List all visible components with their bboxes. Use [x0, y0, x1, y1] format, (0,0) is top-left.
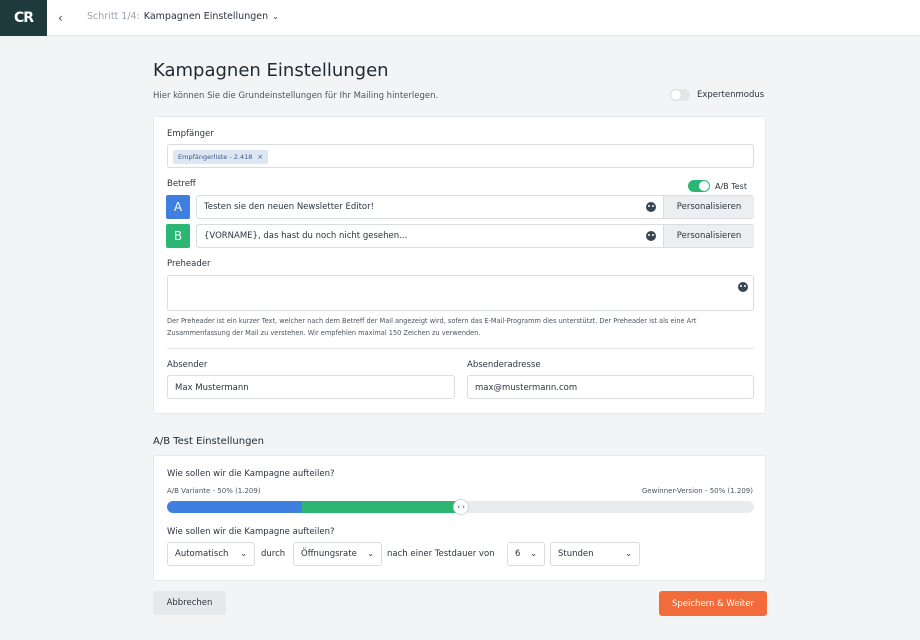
chevron-down-icon: ⌄ [367, 549, 374, 558]
sender-address-value: max@mustermann.com [475, 383, 578, 393]
ab-toggle-switch[interactable] [688, 180, 710, 192]
page-subtitle: Hier können Sie die Grundeinstellungen f… [153, 91, 439, 101]
subject-label: Betreff [167, 179, 196, 189]
metric-select-value: Öffnungsrate [301, 549, 357, 559]
recipients-label: Empfänger [167, 129, 214, 139]
unit-select[interactable]: Stunden ⌄ [550, 542, 640, 566]
ab-settings-title: A/B Test Einstellungen [153, 436, 264, 447]
emoji-icon[interactable] [646, 231, 656, 241]
personalize-a-button[interactable]: Personalisieren [663, 196, 754, 218]
chevron-left-icon[interactable]: ‹ [58, 10, 68, 26]
recipient-list-chip: Empfängerliste - 2.418 × [173, 150, 269, 164]
save-continue-button[interactable]: Speichern & Weiter [659, 591, 767, 616]
ab-settings-card: Wie sollen wir die Kampagne aufteilen? A… [153, 455, 766, 581]
chevron-down-icon: ⌄ [530, 549, 537, 558]
sender-name-input[interactable]: Max Mustermann [167, 375, 455, 399]
sender-address-label: Absenderadresse [467, 360, 541, 370]
chevron-down-icon[interactable]: ⌄ [272, 12, 279, 21]
step-counter: Schritt 1/4: [87, 11, 140, 22]
subject-a-input[interactable]: Testen sie den neuen Newsletter Editor! … [196, 195, 754, 219]
step-title: Kampagnen Einstellungen [143, 11, 269, 22]
sender-name-label: Absender [167, 360, 208, 370]
chevron-down-icon: ⌄ [240, 549, 247, 558]
emoji-icon[interactable] [738, 282, 748, 292]
subject-a-text: Testen sie den neuen Newsletter Editor! [204, 202, 375, 212]
variant-a-badge: A [166, 195, 190, 219]
split-left-caption: A/B Variante - 50% (1.209) [167, 487, 261, 495]
recipient-chip-label: Empfängerliste - 2.418 [178, 153, 253, 161]
step-breadcrumb[interactable]: Schritt 1/4: Kampagnen Einstellungen ⌄ [87, 11, 279, 22]
variant-segment [167, 501, 302, 513]
sender-address-input[interactable]: max@mustermann.com [467, 375, 754, 399]
split-slider-handle[interactable]: ‹ › [453, 499, 469, 515]
winner-segment [302, 501, 461, 513]
preheader-label: Preheader [167, 259, 211, 269]
expert-mode-label: Expertenmodus [697, 90, 765, 100]
recipients-input[interactable]: Empfängerliste - 2.418 × [167, 144, 754, 168]
preheader-input[interactable] [167, 275, 754, 311]
subject-b-text: {VORNAME}, das hast du noch nicht gesehe… [204, 231, 408, 241]
page-title: Kampagnen Einstellungen [153, 60, 389, 81]
variant-b-badge: B [166, 224, 190, 248]
split-right-caption: Gewinner-Version - 50% (1.209) [641, 487, 753, 495]
ab-test-toggle[interactable]: A/B Test [688, 180, 747, 192]
campaign-settings-card: Empfänger Empfängerliste - 2.418 × Betre… [153, 116, 766, 414]
brand-logo[interactable]: CR [0, 0, 47, 36]
duration-text: nach einer Testdauer von [387, 549, 495, 559]
split-question: Wie sollen wir die Kampagne aufteilen? [167, 469, 335, 479]
subject-b-input[interactable]: {VORNAME}, das hast du noch nicht gesehe… [196, 224, 754, 248]
mode-select[interactable]: Automatisch ⌄ [167, 542, 255, 566]
expert-mode-toggle[interactable]: Expertenmodus [670, 89, 764, 101]
mode-select-value: Automatisch [175, 549, 229, 559]
emoji-icon[interactable] [646, 202, 656, 212]
chip-remove-icon[interactable]: × [257, 150, 263, 164]
expert-toggle-switch[interactable] [670, 89, 690, 101]
top-bar: CR ‹ Schritt 1/4: Kampagnen Einstellunge… [0, 0, 920, 36]
personalize-b-button[interactable]: Personalisieren [663, 225, 754, 247]
unit-select-value: Stunden [558, 549, 594, 559]
duration-select-value: 6 [515, 549, 521, 559]
cancel-button[interactable]: Abbrechen [153, 591, 226, 615]
split-method-question: Wie sollen wir die Kampagne aufteilen? [167, 527, 335, 537]
duration-select[interactable]: 6 ⌄ [507, 542, 545, 566]
section-divider [167, 348, 754, 349]
chevron-down-icon: ⌄ [625, 549, 632, 558]
by-text: durch [261, 549, 286, 559]
sender-name-value: Max Mustermann [175, 383, 249, 393]
metric-select[interactable]: Öffnungsrate ⌄ [293, 542, 382, 566]
ab-test-label: A/B Test [715, 181, 747, 191]
preheader-hint: Der Preheader ist ein kurzer Text, welch… [167, 317, 697, 337]
